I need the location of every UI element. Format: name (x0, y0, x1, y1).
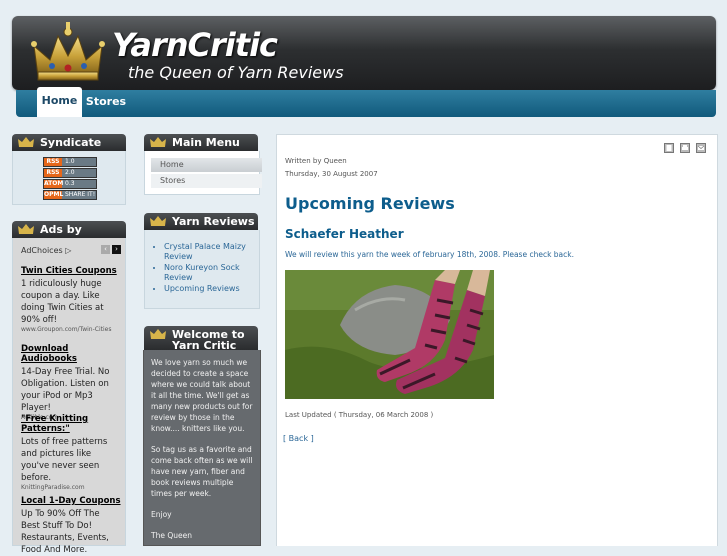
article-author: Written by Queen (285, 157, 347, 165)
crown-icon (18, 224, 34, 234)
email-icon[interactable] (696, 143, 706, 153)
ad-item: Twin Cities Coupons 1 ridiculously huge … (21, 266, 121, 333)
sock-photo (285, 270, 494, 399)
tab-stores[interactable]: Stores (82, 90, 130, 117)
review-link[interactable]: Upcoming Reviews (164, 284, 250, 294)
ad-item: Local 1-Day Coupons Up To 90% Off The Be… (21, 496, 121, 556)
back-link[interactable]: [ Back ] (283, 434, 314, 443)
yarn-reviews-header: Yarn Reviews (144, 213, 258, 230)
yarn-reviews-panel: Crystal Palace Maizy Review Noro Kureyon… (144, 230, 260, 309)
article-date: Thursday, 30 August 2007 (285, 170, 378, 178)
article-heading[interactable]: Upcoming Reviews (285, 194, 455, 213)
ad-next-icon[interactable]: › (112, 245, 121, 254)
menu-item-stores[interactable]: Stores (151, 174, 262, 188)
last-updated: Last Updated ( Thursday, 06 March 2008 ) (285, 411, 434, 419)
ad-title-link[interactable]: Local 1-Day Coupons (21, 496, 121, 506)
welcome-title: Welcome to Yarn Critic (172, 328, 245, 352)
ads-panel: AdChoices ▷ ‹ › Twin Cities Coupons 1 ri… (12, 238, 126, 555)
main-menu-title: Main Menu (172, 136, 240, 149)
yarn-reviews-title: Yarn Reviews (172, 215, 255, 228)
main-menu-panel: Home Stores (144, 151, 262, 195)
ad-url[interactable]: KnittingParadise.com (21, 484, 121, 491)
feed-buttons: RSS 1.0 RSS 2.0 ATOM 0.3 OPML SHARE IT! (43, 157, 97, 201)
welcome-text: We love yarn so much we decided to creat… (151, 358, 253, 540)
review-link[interactable]: Noro Kureyon Sock Review (164, 263, 250, 283)
tab-home[interactable]: Home (37, 87, 82, 117)
ad-text: Lots of free patterns and pictures like … (21, 437, 108, 483)
article-body: We will review this yarn the week of feb… (285, 250, 575, 259)
main-nav-bar: Home Stores (16, 87, 716, 117)
ad-title-link[interactable]: "Free Knitting Patterns:" (21, 414, 121, 434)
crown-icon (150, 137, 166, 147)
print-icon[interactable] (680, 143, 690, 153)
ad-prev-icon[interactable]: ‹ (101, 245, 110, 254)
syndicate-panel: RSS 1.0 RSS 2.0 ATOM 0.3 OPML SHARE IT! (12, 151, 126, 205)
crown-logo-icon (31, 22, 105, 81)
site-header: YarnCritic the Queen of Yarn Reviews (12, 16, 716, 90)
adchoices-label[interactable]: AdChoices ▷ (21, 246, 71, 255)
main-menu-header: Main Menu (144, 134, 258, 151)
welcome-header: Welcome to Yarn Critic (144, 326, 258, 352)
crown-icon (150, 329, 166, 339)
review-link[interactable]: Crystal Palace Maizy Review (164, 242, 250, 262)
ad-title-link[interactable]: Twin Cities Coupons (21, 266, 121, 276)
syndicate-panel-header: Syndicate (12, 134, 126, 151)
article-subheading: Schaefer Heather (285, 227, 404, 241)
syndicate-title: Syndicate (40, 136, 102, 149)
ad-item: Download Audiobooks 14-Day Free Trial. N… (21, 344, 121, 421)
site-subtitle: the Queen of Yarn Reviews (128, 63, 344, 82)
rss-2-button[interactable]: RSS 2.0 (43, 168, 97, 178)
site-title[interactable]: YarnCritic (112, 26, 278, 64)
crown-icon (18, 137, 34, 147)
ad-title-link[interactable]: Download Audiobooks (21, 344, 121, 364)
ads-panel-header: Ads by Google (12, 221, 126, 253)
ad-url[interactable]: www.Groupon.com/Twin-Cities (21, 326, 121, 333)
pdf-icon[interactable] (664, 143, 674, 153)
rss-1-button[interactable]: RSS 1.0 (43, 157, 97, 167)
menu-item-home[interactable]: Home (151, 158, 262, 172)
opml-button[interactable]: OPML SHARE IT! (43, 190, 97, 200)
atom-button[interactable]: ATOM 0.3 (43, 179, 97, 189)
ad-text: 14-Day Free Trial. No Obligation. Listen… (21, 367, 110, 413)
crown-icon (150, 216, 166, 226)
ad-item: "Free Knitting Patterns:" Lots of free p… (21, 414, 121, 491)
ad-text: 1 ridiculously huge coupon a day. Like d… (21, 279, 104, 325)
article-content: Written by Queen Thursday, 30 August 200… (276, 134, 718, 546)
ad-text: Up To 90% Off The Best Stuff To Do! Rest… (21, 509, 109, 555)
welcome-panel: We love yarn so much we decided to creat… (143, 350, 261, 546)
